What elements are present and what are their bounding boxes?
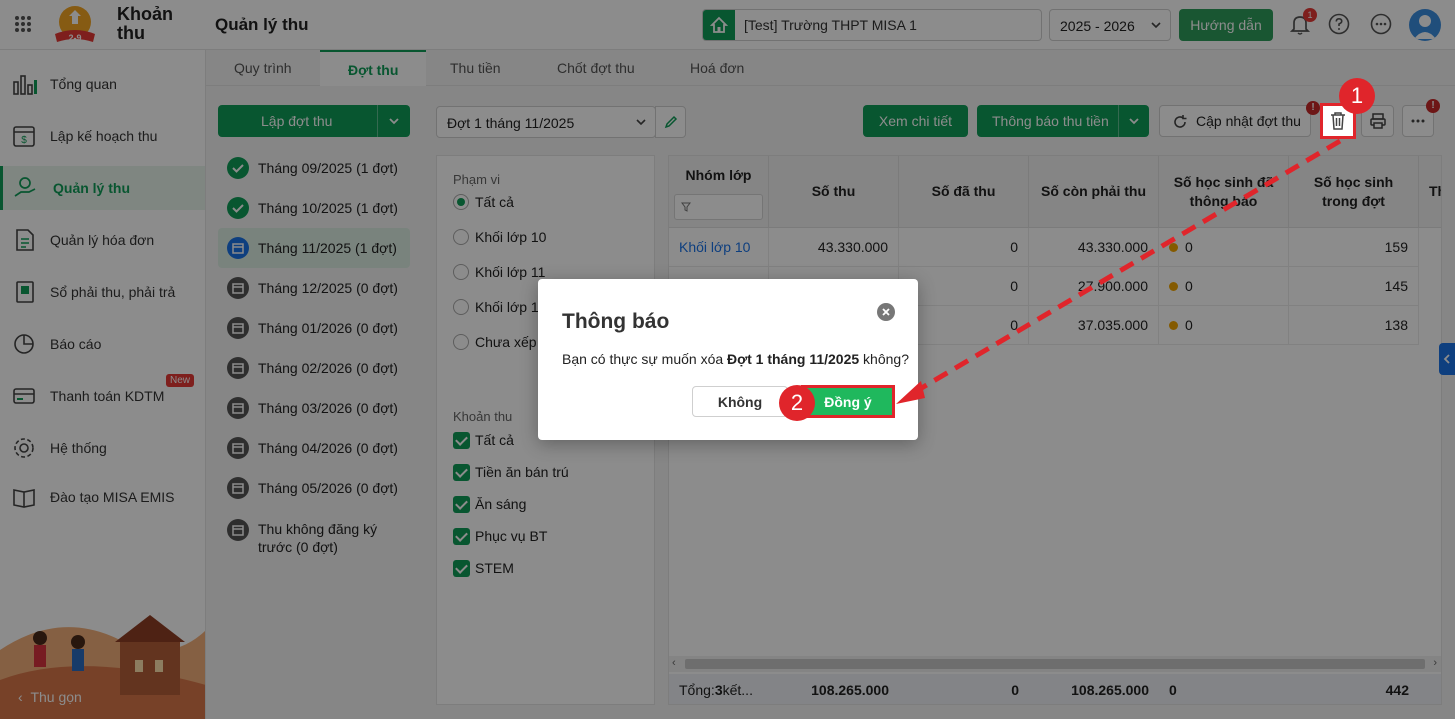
trash-icon <box>1331 112 1345 130</box>
step-marker-2: 2 <box>779 385 815 421</box>
app-root: 2-9 Khoản thu Quản lý thu [Test] Trường … <box>0 0 1455 719</box>
step-marker-1: 1 <box>1339 78 1375 114</box>
close-icon <box>882 308 890 316</box>
dialog-message: Bạn có thực sự muốn xóa Đợt 1 tháng 11/2… <box>562 351 909 367</box>
dialog-title: Thông báo <box>562 310 670 333</box>
dialog-message-prefix: Bạn có thực sự muốn xóa <box>562 351 728 367</box>
cancel-button[interactable]: Không <box>692 386 788 417</box>
confirm-button[interactable]: Đồng ý <box>801 385 895 418</box>
dialog-message-target: Đợt 1 tháng 11/2025 <box>727 351 860 367</box>
dialog-message-suffix: không? <box>859 351 909 367</box>
dialog-close-button[interactable] <box>877 303 895 321</box>
confirm-dialog: Thông báo Bạn có thực sự muốn xóa Đợt 1 … <box>538 279 918 440</box>
